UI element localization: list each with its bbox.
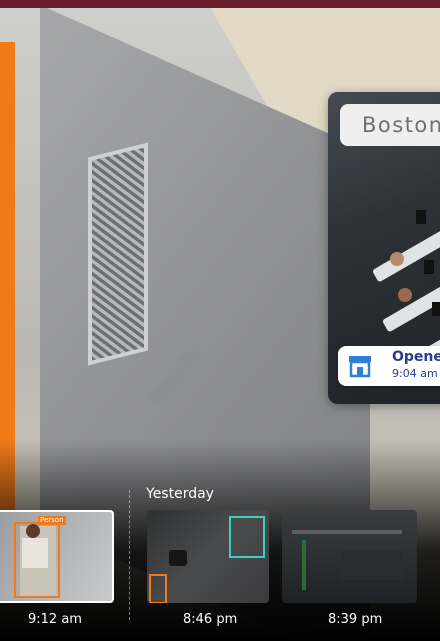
- event-title: Opened: [392, 349, 440, 365]
- storefront-icon: [349, 356, 371, 378]
- event-pill[interactable]: Opened 9:04 am: [338, 346, 440, 386]
- person-detection-box: [14, 522, 60, 598]
- vehicle-detection-box: [229, 516, 265, 558]
- day-divider: [129, 490, 130, 620]
- event-time: 9:04 am: [392, 367, 438, 380]
- thumbnail[interactable]: [282, 510, 417, 603]
- thumbnail[interactable]: [147, 510, 269, 603]
- thumbnail-time: 9:12 am: [28, 612, 82, 627]
- thumbnail-selected[interactable]: Person: [0, 510, 114, 603]
- top-bar: [0, 0, 440, 8]
- location-card[interactable]: Boston Opened 9:04 am: [328, 92, 440, 404]
- thumbnail-time: 8:39 pm: [328, 612, 383, 627]
- vent-grille: [88, 142, 148, 366]
- person-tag: Person: [38, 516, 66, 525]
- thumbnail-time: 8:46 pm: [183, 612, 238, 627]
- day-label: Yesterday: [146, 486, 214, 502]
- person-detection-box: [149, 574, 167, 603]
- camera-view: Boston Opened 9:04 am Yesterday Person: [0, 0, 440, 641]
- location-label: Boston: [340, 104, 440, 146]
